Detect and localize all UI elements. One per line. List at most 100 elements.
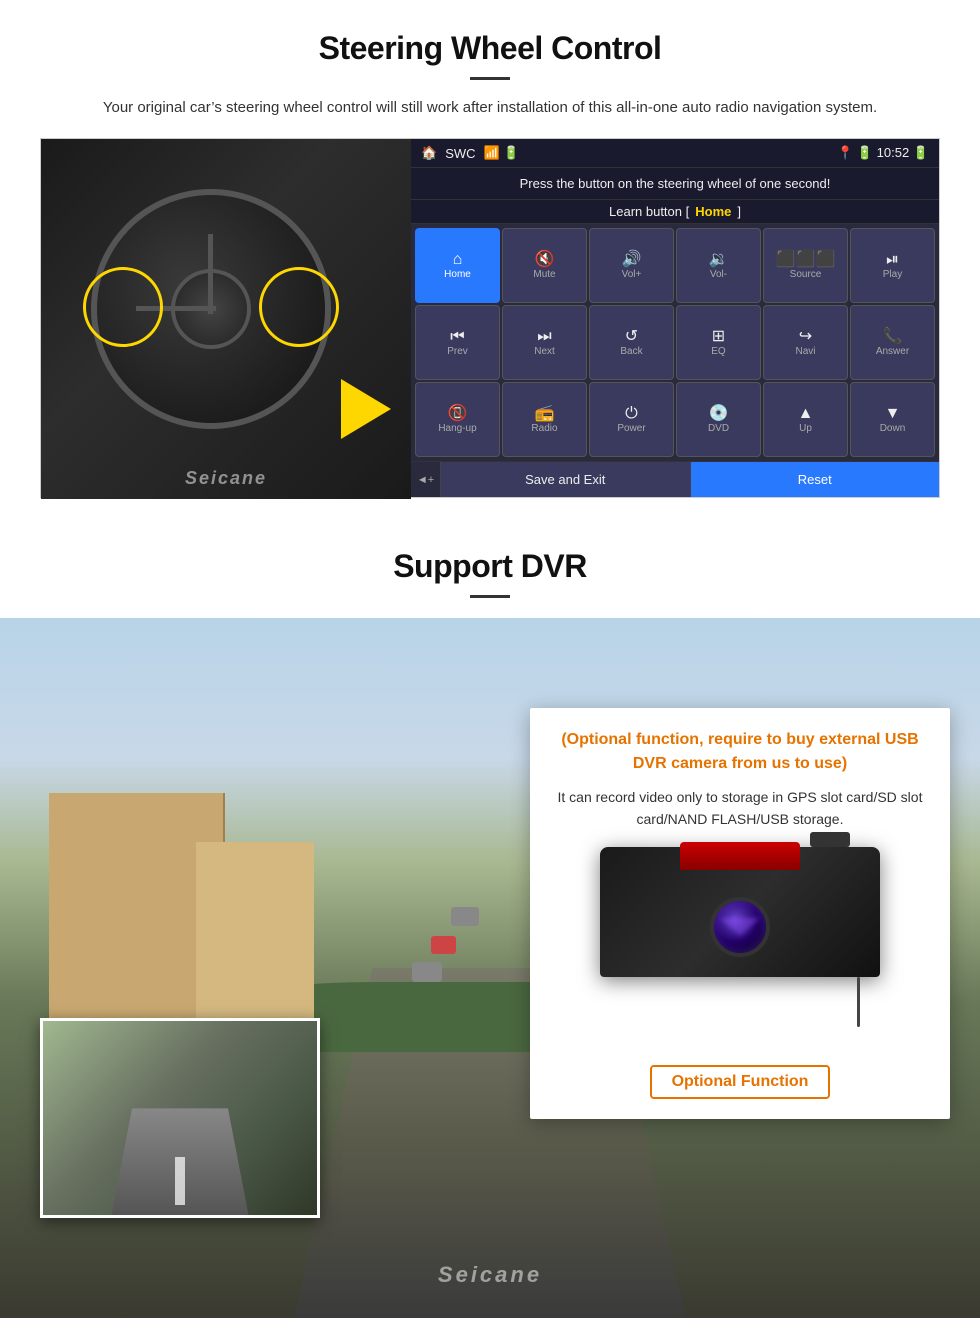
next-icon: ⏭	[537, 329, 551, 345]
car2	[431, 936, 456, 954]
btn-source[interactable]: ⬛⬛⬛ Source	[763, 228, 848, 303]
status-message: Press the button on the steering wheel o…	[520, 176, 831, 191]
btn-navi-label: Navi	[795, 347, 815, 357]
dvd-icon: 💿	[709, 406, 729, 422]
home-icon-small: 🏠	[421, 145, 437, 161]
highlight-right	[259, 267, 339, 347]
camera-mount	[810, 832, 850, 847]
hangup-icon: 📵	[448, 406, 468, 422]
swc-panel: 🏠 SWC 📶 🔋 📍 🔋 10:52 🔋 Press the button o…	[411, 139, 939, 497]
dvr-title: Support DVR	[0, 548, 980, 585]
swc-status-bar: Press the button on the steering wheel o…	[411, 168, 939, 200]
btn-down-label: Down	[880, 424, 906, 434]
btn-back-label: Back	[620, 347, 642, 357]
dvr-inset-screen	[40, 1018, 320, 1218]
arrow-icon	[341, 379, 391, 439]
reset-button[interactable]: Reset	[691, 462, 940, 497]
inset-road-line	[175, 1157, 186, 1206]
dvr-background: (Optional function, require to buy exter…	[0, 618, 980, 1318]
dvr-title-divider	[470, 595, 510, 598]
btn-up-label: Up	[799, 424, 812, 434]
swc-container: Seicane 🏠 SWC 📶 🔋 📍 🔋 10:52 🔋	[40, 138, 940, 498]
btn-hangup[interactable]: 📵 Hang-up	[415, 382, 500, 457]
source-icon: ⬛⬛⬛	[776, 252, 836, 268]
swc-bottom-bar: ◄+ Save and Exit Reset	[411, 461, 939, 497]
building-left2	[196, 842, 314, 1038]
mute-icon: 🔇	[535, 252, 555, 268]
btn-home-label: Home	[444, 270, 471, 280]
car3	[451, 907, 479, 926]
highlight-left	[83, 267, 163, 347]
learn-active-label: Home	[695, 204, 731, 219]
eq-icon: ⊞	[712, 329, 725, 345]
battery-icon-2: 🔋	[913, 145, 929, 160]
camera-red-top	[680, 842, 800, 870]
up-icon: ▲	[798, 406, 814, 422]
swc-subtitle: Your original car’s steering wheel contr…	[80, 96, 900, 120]
car1	[412, 962, 442, 982]
prev-icon: ⏮	[450, 329, 464, 345]
btn-play[interactable]: ⏯ Play	[850, 228, 935, 303]
dvr-info-text: It can record video only to storage in G…	[552, 786, 928, 831]
btn-play-label: Play	[883, 270, 902, 280]
volup-icon: 🔊	[622, 252, 642, 268]
swc-learn-bar: Learn button [ Home ]	[411, 200, 939, 224]
btn-radio[interactable]: 📻 Radio	[502, 382, 587, 457]
swc-header-left: 🏠 SWC 📶 🔋	[421, 145, 520, 161]
btn-dvd[interactable]: 💿 DVD	[676, 382, 761, 457]
signal-icons: 📶 🔋	[484, 145, 520, 161]
navi-icon: ↪	[799, 329, 812, 345]
btn-prev-label: Prev	[447, 347, 468, 357]
play-icon: ⏯	[886, 252, 899, 268]
optional-function-badge: Optional Function	[650, 1065, 831, 1099]
dvr-info-box: (Optional function, require to buy exter…	[530, 708, 950, 1119]
battery-icon: 🔋	[857, 145, 873, 160]
down-icon: ▼	[885, 406, 901, 422]
btn-next-label: Next	[534, 347, 555, 357]
btn-prev[interactable]: ⏮ Prev	[415, 305, 500, 380]
camera-wire	[857, 977, 860, 1027]
swc-section: Steering Wheel Control Your original car…	[0, 0, 980, 518]
btn-navi[interactable]: ↪ Navi	[763, 305, 848, 380]
btn-next[interactable]: ⏭ Next	[502, 305, 587, 380]
btn-mute[interactable]: 🔇 Mute	[502, 228, 587, 303]
swc-bottom-buttons: Save and Exit Reset	[441, 462, 939, 497]
dvr-section: Support DVR (Optional function, require …	[0, 548, 980, 1318]
btn-down[interactable]: ▼ Down	[850, 382, 935, 457]
btn-back[interactable]: ↺ Back	[589, 305, 674, 380]
answer-icon: 📞	[883, 329, 903, 345]
swc-photo: Seicane	[41, 139, 411, 499]
btn-volup[interactable]: 🔊 Vol+	[589, 228, 674, 303]
btn-up[interactable]: ▲ Up	[763, 382, 848, 457]
swc-panel-header: 🏠 SWC 📶 🔋 📍 🔋 10:52 🔋	[411, 139, 939, 168]
voldown-icon: 🔉	[709, 252, 729, 268]
gps-icon: 📍	[837, 145, 853, 160]
vol-indicator: ◄+	[411, 462, 441, 497]
time-display: 10:52	[877, 145, 910, 160]
swc-label: SWC	[445, 146, 475, 161]
seicane-logo-swc: Seicane	[185, 468, 267, 489]
btn-power-label: Power	[617, 424, 645, 434]
learn-suffix: ]	[737, 204, 741, 219]
btn-hangup-label: Hang-up	[438, 424, 476, 434]
spoke-vertical	[208, 234, 213, 314]
btn-voldown-label: Vol-	[710, 270, 727, 280]
btn-answer-label: Answer	[876, 347, 909, 357]
swc-title: Steering Wheel Control	[40, 30, 940, 67]
power-icon: ⏻	[625, 406, 638, 422]
radio-icon: 📻	[535, 406, 555, 422]
learn-prefix: Learn button [	[609, 204, 689, 219]
btn-voldown[interactable]: 🔉 Vol-	[676, 228, 761, 303]
swc-header-right: 📍 🔋 10:52 🔋	[837, 145, 929, 161]
btn-home[interactable]: ⌂ Home	[415, 228, 500, 303]
btn-eq[interactable]: ⊞ EQ	[676, 305, 761, 380]
title-divider	[470, 77, 510, 80]
camera-lens	[710, 897, 770, 957]
save-exit-button[interactable]: Save and Exit	[441, 462, 691, 497]
dvr-info-title: (Optional function, require to buy exter…	[552, 728, 928, 776]
btn-answer[interactable]: 📞 Answer	[850, 305, 935, 380]
camera-body	[600, 847, 880, 977]
swc-buttons-grid: ⌂ Home 🔇 Mute 🔊 Vol+ 🔉 Vol- ⬛⬛⬛ Sou	[411, 224, 939, 461]
seicane-logo-dvr: Seicane	[438, 1262, 542, 1288]
btn-power[interactable]: ⏻ Power	[589, 382, 674, 457]
